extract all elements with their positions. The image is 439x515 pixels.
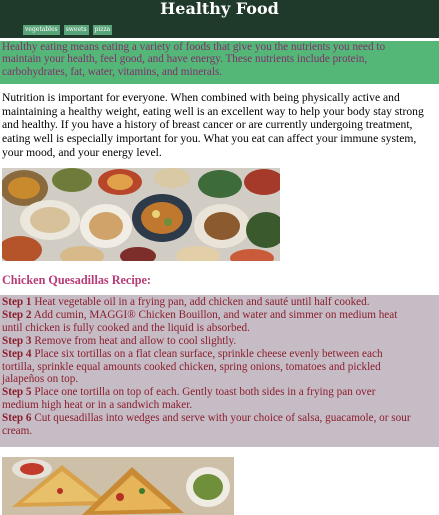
food-spread-image xyxy=(2,168,280,261)
intro-line: maintain your health, feel good, and hav… xyxy=(2,53,368,66)
intro-line: carbohydrates, fat, water, vitamins, and… xyxy=(2,65,223,78)
header: Healthy Food vegetables sweets pizza xyxy=(0,0,439,38)
step-line: Step 2 Add cumin, MAGGI® Chicken Bouillo… xyxy=(2,309,439,322)
step-text: medium high heat or in a sandwich maker. xyxy=(2,399,193,412)
nutrition-paragraph: Nutrition is important for everyone. Whe… xyxy=(2,91,439,160)
nav-link-sweets[interactable]: sweets xyxy=(63,25,89,35)
step-text: Add cumin, MAGGI® Chicken Bouillon, and … xyxy=(31,308,398,321)
nutrition-line: and healthy. If you have a history of br… xyxy=(2,118,413,132)
step-text: Remove from heat and allow to cool sligh… xyxy=(31,334,237,347)
nav-link-vegetables[interactable]: vegetables xyxy=(23,25,60,35)
step-number: Step 4 xyxy=(2,347,32,360)
nav-bar: vegetables sweets pizza xyxy=(23,25,113,36)
step-text: Heat vegetable oil in a frying pan, add … xyxy=(31,296,370,308)
step-text: Cut quesadillas into wedges and serve wi… xyxy=(31,412,411,425)
step-number: Step 2 xyxy=(2,308,32,321)
quesadilla-image xyxy=(2,457,234,515)
nutrition-line: Nutrition is important for everyone. Whe… xyxy=(2,91,400,104)
step-line: Step 3 Remove from heat and allow to coo… xyxy=(2,335,439,348)
step-text: Place one tortilla on top of each. Gentl… xyxy=(31,386,376,399)
step-line: Step 5 Place one tortilla on top of each… xyxy=(2,386,439,399)
step-text: until chicken is fully cooked and the li… xyxy=(2,321,250,334)
step-text: cream. xyxy=(2,425,33,438)
nav-link-pizza[interactable]: pizza xyxy=(92,25,113,35)
page: Healthy Food vegetables sweets pizza Hea… xyxy=(0,0,439,515)
intro-line: Healthy eating means eating a variety of… xyxy=(2,41,386,53)
step-line: Step 1 Heat vegetable oil in a frying pa… xyxy=(2,296,439,309)
step-number: Step 6 xyxy=(2,412,32,425)
step-line: jalapeños on top. xyxy=(2,373,439,386)
step-line: until chicken is fully cooked and the li… xyxy=(2,322,439,335)
step-line: medium high heat or in a sandwich maker. xyxy=(2,399,439,412)
step-line: tortilla, sprinkle equal amounts cooked … xyxy=(2,361,439,374)
step-line: Step 6 Cut quesadillas into wedges and s… xyxy=(2,412,439,425)
step-text: Place six tortillas on a flat clean surf… xyxy=(31,347,383,360)
step-number: Step 1 xyxy=(2,296,32,308)
recipe-steps: Step 1 Heat vegetable oil in a frying pa… xyxy=(0,295,439,447)
intro-paragraph: Healthy eating means eating a variety of… xyxy=(0,41,439,84)
recipe-title: Chicken Quesadillas Recipe: xyxy=(2,273,151,287)
step-line: Step 4 Place six tortillas on a flat cle… xyxy=(2,348,439,361)
step-line: cream. xyxy=(2,425,439,438)
nutrition-line: eating well is especially important for … xyxy=(2,132,417,146)
site-title: Healthy Food xyxy=(160,0,279,18)
step-text: jalapeños on top. xyxy=(2,373,79,386)
nutrition-line: maintaining a healthy weight, eating wel… xyxy=(2,104,424,118)
step-text: tortilla, sprinkle equal amounts cooked … xyxy=(2,360,381,373)
nutrition-line: your mood, and your energy level. xyxy=(2,145,162,159)
step-number: Step 5 xyxy=(2,386,32,399)
step-number: Step 3 xyxy=(2,334,32,347)
